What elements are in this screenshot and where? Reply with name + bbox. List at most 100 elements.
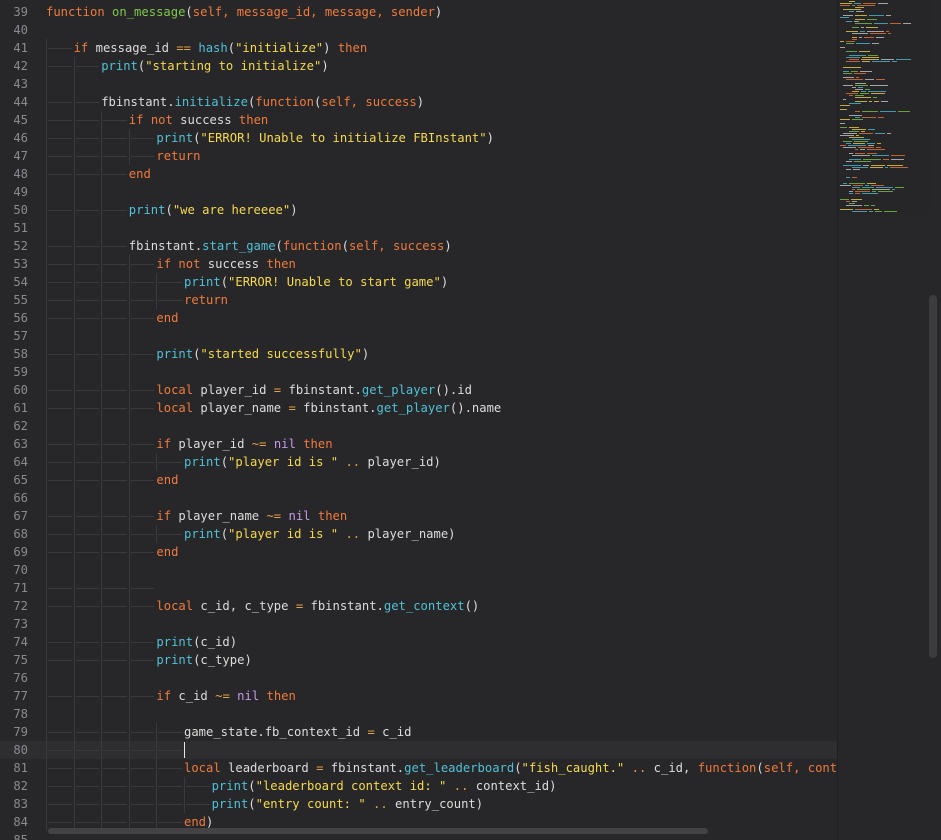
vertical-scrollbar[interactable] bbox=[929, 295, 937, 658]
minimap-code-line bbox=[864, 205, 869, 206]
code-line[interactable]: 77 if c_id ~= nil then bbox=[0, 687, 838, 705]
code-line[interactable]: 64 print("player id is " .. player_id) bbox=[0, 453, 838, 471]
code-editor[interactable]: 39 function on_message(self, message_id, … bbox=[0, 3, 838, 840]
minimap-code-line bbox=[840, 127, 847, 128]
token-text: ( bbox=[275, 239, 283, 253]
code-line[interactable]: 40 bbox=[0, 21, 838, 39]
indent-guide bbox=[101, 435, 103, 453]
code-line[interactable]: 83 print("entry count: " .. entry_count) bbox=[0, 795, 838, 813]
code-line[interactable]: 53 if not success then bbox=[0, 255, 838, 273]
minimap-code-line bbox=[870, 167, 883, 168]
code-line[interactable]: 47 return bbox=[0, 147, 838, 165]
token-kw: local bbox=[156, 599, 194, 613]
code-line[interactable]: 67 if player_name ~= nil then bbox=[0, 507, 838, 525]
code-line[interactable]: 44 fbinstant.initialize(function(self, su… bbox=[0, 93, 838, 111]
token-text: c_id bbox=[374, 725, 412, 739]
code-line[interactable]: 82 print("leaderboard context id: " .. co… bbox=[0, 777, 838, 795]
whitespace-marker bbox=[75, 534, 100, 535]
whitespace-marker bbox=[103, 822, 127, 823]
whitespace-marker bbox=[158, 300, 182, 301]
minimap-code-line bbox=[849, 159, 861, 160]
minimap[interactable] bbox=[838, 0, 930, 215]
minimap-code-line bbox=[843, 85, 853, 86]
code-line[interactable]: 43 bbox=[0, 75, 838, 93]
code-line[interactable]: 45 if not success then bbox=[0, 111, 838, 129]
minimap-code-line bbox=[846, 169, 851, 170]
indent-guide bbox=[101, 111, 103, 129]
code-line[interactable]: 59 bbox=[0, 363, 838, 381]
token-str: "we are hereeee" bbox=[172, 203, 291, 217]
code-line[interactable]: 46 print("ERROR! Unable to initialize FBI… bbox=[0, 129, 838, 147]
indent-guide bbox=[46, 669, 47, 687]
code-line[interactable]: 71 bbox=[0, 579, 838, 597]
code-line[interactable]: 56 end bbox=[0, 309, 838, 327]
indent-guide bbox=[73, 417, 75, 435]
code-line[interactable]: 42 print("starting to initialize") bbox=[0, 57, 838, 75]
indent-guide bbox=[128, 129, 130, 147]
code-line[interactable]: 68 print("player id is " .. player_name) bbox=[0, 525, 838, 543]
code-line[interactable]: 65 end bbox=[0, 471, 838, 489]
code-line[interactable]: 60 local player_id = fbinstant.get_player… bbox=[0, 381, 838, 399]
code-line[interactable]: 81 local leaderboard = fbinstant.get_lead… bbox=[0, 759, 838, 777]
whitespace-marker bbox=[130, 786, 155, 787]
token-kw: then bbox=[266, 689, 296, 703]
whitespace-marker bbox=[130, 750, 155, 751]
code-line[interactable]: 72 local c_id, c_type = fbinstant.get_con… bbox=[0, 597, 838, 615]
token-text: fbinstant. bbox=[281, 383, 362, 397]
code-line[interactable]: 80 bbox=[0, 741, 838, 759]
whitespace-marker bbox=[75, 552, 100, 553]
code-line[interactable]: 76 bbox=[0, 669, 838, 687]
code-line[interactable]: 73 bbox=[0, 615, 838, 633]
code-line[interactable]: 62 bbox=[0, 417, 838, 435]
indent-guide bbox=[73, 741, 75, 759]
minimap-code-line bbox=[880, 111, 896, 112]
code-line[interactable]: 49 bbox=[0, 183, 838, 201]
indent-guide bbox=[46, 201, 47, 219]
horizontal-scrollbar[interactable] bbox=[48, 828, 708, 834]
code-line[interactable]: 55 return bbox=[0, 291, 838, 309]
code-line[interactable]: 78 bbox=[0, 705, 838, 723]
code-line[interactable]: 74 print(c_id) bbox=[0, 633, 838, 651]
indent-guide bbox=[101, 273, 103, 291]
token-builtin: get_player bbox=[361, 383, 436, 397]
indent-guide bbox=[46, 615, 47, 633]
code-line[interactable]: 79 game_state.fb_context_id = c_id bbox=[0, 723, 838, 741]
code-line[interactable]: 48 end bbox=[0, 165, 838, 183]
code-line[interactable]: 66 bbox=[0, 489, 838, 507]
token-text: fbinstant. bbox=[295, 401, 377, 415]
minimap-code-line bbox=[862, 117, 876, 118]
code-line[interactable]: 61 local player_name = fbinstant.get_play… bbox=[0, 399, 838, 417]
code-line[interactable]: 39 function on_message(self, message_id, … bbox=[0, 3, 838, 21]
code-line[interactable]: 75 print(c_type) bbox=[0, 651, 838, 669]
code-line[interactable]: 69 end bbox=[0, 543, 838, 561]
code-line[interactable]: 58 print("started successfully") bbox=[0, 345, 838, 363]
token-kw: if bbox=[73, 41, 89, 55]
token-builtin: print bbox=[101, 59, 138, 73]
code-line[interactable]: 54 print("ERROR! Unable to start game") bbox=[0, 273, 838, 291]
token-builtin: get_context bbox=[383, 599, 465, 613]
code-line[interactable]: 57 bbox=[0, 327, 838, 345]
code-text: print("starting to initialize") bbox=[101, 57, 328, 75]
minimap-code-line bbox=[867, 183, 876, 184]
code-line[interactable]: 52 fbinstant.start_game(function(self, su… bbox=[0, 237, 838, 255]
whitespace-marker bbox=[48, 462, 72, 463]
indent-guide bbox=[101, 615, 103, 633]
indent-guide bbox=[73, 255, 75, 273]
minimap-code-line bbox=[853, 169, 860, 170]
code-line[interactable]: 70 bbox=[0, 561, 838, 579]
minimap-code-line bbox=[849, 11, 854, 12]
token-text: ( bbox=[756, 761, 764, 775]
code-line[interactable]: 63 if player_id ~= nil then bbox=[0, 435, 838, 453]
code-line[interactable]: 50 print("we are hereeee") bbox=[0, 201, 838, 219]
token-op: ~= bbox=[251, 437, 267, 451]
token-kw: then bbox=[337, 41, 368, 55]
minimap-code-line bbox=[862, 187, 874, 188]
minimap-code-line bbox=[868, 145, 874, 146]
token-text: ( bbox=[185, 5, 193, 19]
whitespace-marker bbox=[48, 534, 72, 535]
code-line[interactable]: 51 bbox=[0, 219, 838, 237]
indent-guide bbox=[101, 183, 103, 201]
minimap-code-line bbox=[843, 73, 852, 74]
code-line[interactable]: 41 if message_id == hash("initialize") th… bbox=[0, 39, 838, 57]
